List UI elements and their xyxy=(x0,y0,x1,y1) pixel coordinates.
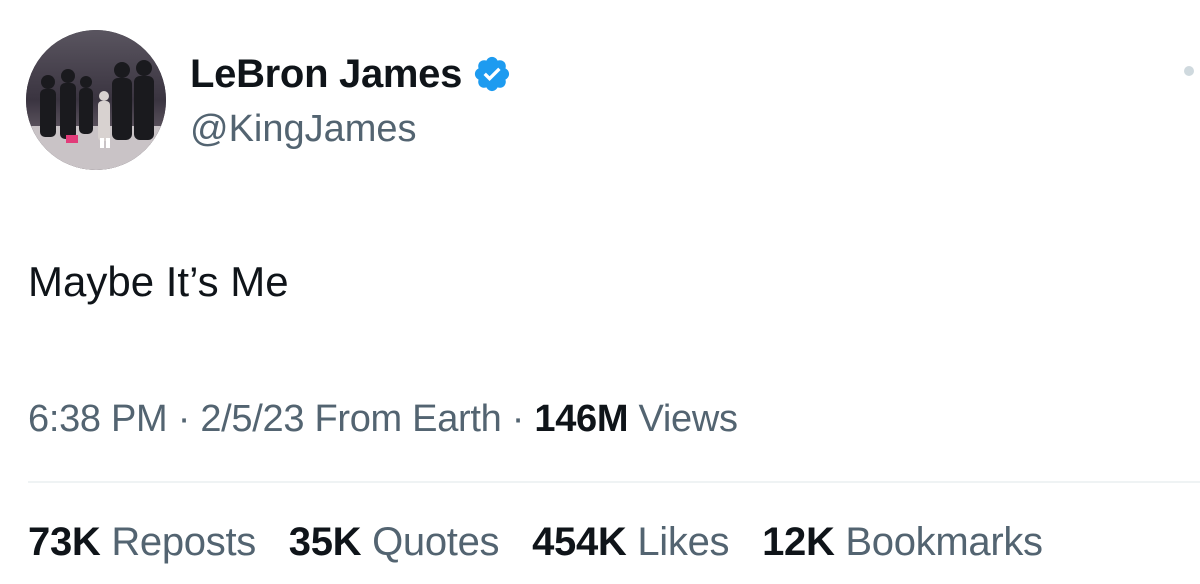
verified-badge-icon[interactable] xyxy=(472,54,512,94)
timestamp-date[interactable]: 2/5/23 xyxy=(200,398,304,440)
avatar[interactable] xyxy=(26,30,166,170)
quotes-count: 35K xyxy=(288,520,362,564)
separator-dot: · xyxy=(177,398,191,440)
reposts-label: Reposts xyxy=(111,520,256,564)
display-name[interactable]: LeBron James xyxy=(190,52,462,97)
tweet-detail: LeBron James @KingJames Maybe It’s Me 6:… xyxy=(0,0,1200,584)
likes-label: Likes xyxy=(637,520,730,564)
likes-count: 454K xyxy=(532,520,627,564)
views-count: 146M xyxy=(534,398,629,440)
bookmarks-stat[interactable]: 12K Bookmarks xyxy=(762,520,1043,565)
reposts-stat[interactable]: 73K Reposts xyxy=(28,520,256,565)
views-label: Views xyxy=(638,398,738,440)
quotes-stat[interactable]: 35K Quotes xyxy=(288,520,500,565)
divider xyxy=(28,481,1200,483)
likes-stat[interactable]: 454K Likes xyxy=(532,520,729,565)
reposts-count: 73K xyxy=(28,520,101,564)
separator-dot: · xyxy=(511,398,525,440)
bookmarks-count: 12K xyxy=(762,520,835,564)
tweet-source: From Earth xyxy=(314,398,502,440)
timestamp-time[interactable]: 6:38 PM xyxy=(28,398,168,440)
quotes-label: Quotes xyxy=(372,520,500,564)
bookmarks-label: Bookmarks xyxy=(845,520,1043,564)
more-options-icon[interactable] xyxy=(1184,66,1194,76)
tweet-text: Maybe It’s Me xyxy=(28,258,289,305)
engagement-stats: 73K Reposts 35K Quotes 454K Likes 12K Bo… xyxy=(28,520,1043,565)
profile-photo-image xyxy=(26,30,166,170)
display-name-row: LeBron James xyxy=(190,50,512,98)
user-handle[interactable]: @KingJames xyxy=(190,108,512,151)
author-info: LeBron James @KingJames xyxy=(190,50,512,151)
tweet-metadata: 6:38 PM · 2/5/23 From Earth · 146M Views xyxy=(28,398,738,441)
